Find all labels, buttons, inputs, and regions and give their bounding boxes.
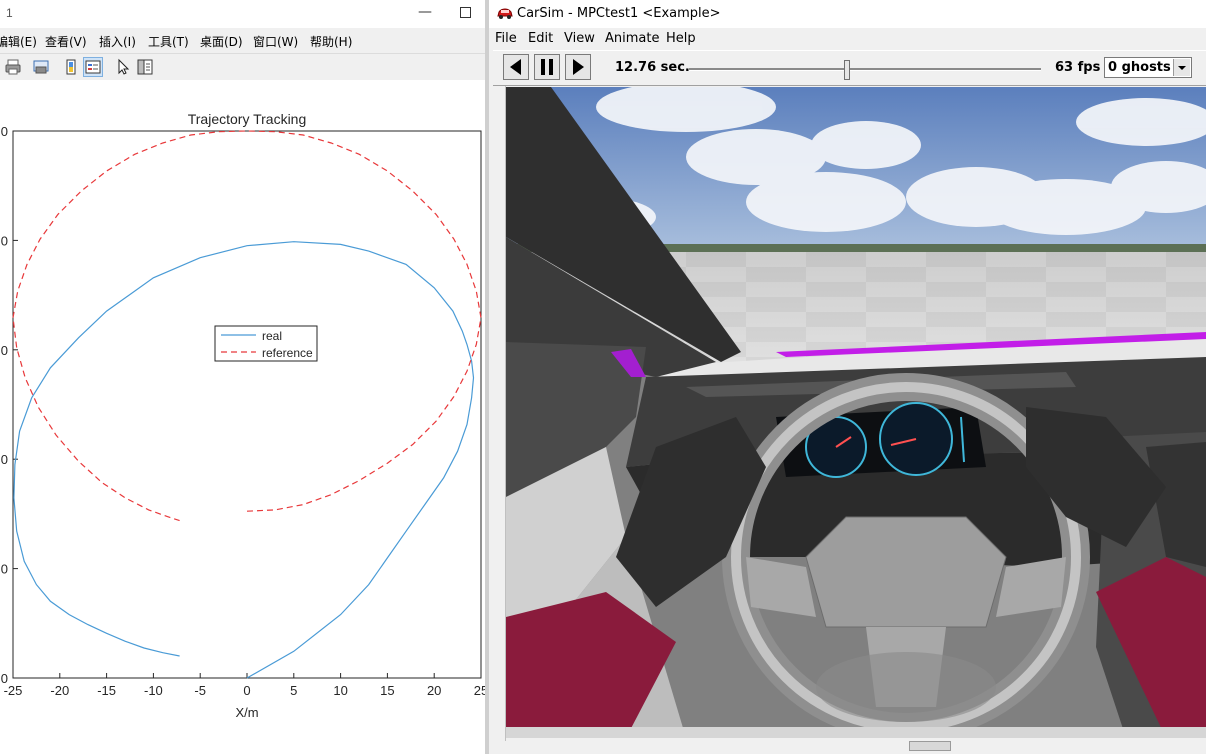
legend-label-real: real — [262, 329, 282, 343]
play-icon — [573, 59, 584, 75]
vertical-splitter-bar[interactable] — [489, 86, 506, 741]
menu-help[interactable]: 帮助(H) — [310, 33, 352, 50]
maximize-button[interactable] — [460, 7, 471, 18]
steering-hub — [805, 516, 1007, 628]
menu-view-carsim[interactable]: View — [564, 31, 595, 46]
menu-desktop[interactable]: 桌面(D) — [200, 33, 243, 50]
y-tick-label: 0 — [1, 124, 8, 139]
carsim-car-icon — [497, 8, 513, 19]
minimize-button[interactable]: — — [418, 4, 432, 20]
trajectory-plot: Trajectory Tracking X/m -25 -20 -15 -10 -5 0 5… — [1, 111, 488, 720]
x-tick-label: 0 — [243, 683, 250, 698]
matlab-title-bar: 1 — — [0, 0, 488, 28]
legend-icon[interactable] — [83, 57, 103, 77]
carsim-title-bar: CarSim - MPCtest1 <Example> — [489, 0, 1206, 28]
x-tick-label: -5 — [194, 683, 206, 698]
x-tick-label: -20 — [50, 683, 69, 698]
x-tick-label: -15 — [97, 683, 116, 698]
x-tick-label: 10 — [333, 683, 347, 698]
menu-file[interactable]: File — [495, 31, 517, 46]
menu-tools[interactable]: 工具(T) — [148, 33, 189, 50]
time-readout: 12.76 sec. — [615, 60, 690, 75]
y-tick-label: 0 — [1, 671, 8, 686]
x-tick-label: -10 — [144, 683, 163, 698]
menu-edit-carsim[interactable]: Edit — [528, 31, 553, 46]
menu-insert[interactable]: 插入(I) — [99, 33, 136, 50]
pause-icon — [541, 59, 553, 75]
x-tick-label: 20 — [427, 683, 441, 698]
y-tick-label: 0 — [1, 452, 8, 467]
menu-window[interactable]: 窗口(W) — [253, 33, 298, 50]
carsim-window: CarSim - MPCtest1 <Example> File Edit Vi… — [489, 0, 1206, 754]
y-tick-label: 0 — [1, 343, 8, 358]
legend-box: real reference — [214, 325, 318, 362]
pointer-icon[interactable] — [114, 58, 132, 76]
matlab-figure-window: 1 — 编辑(E) 查看(V) 插入(I) 工具(T) 桌面(D) 窗口(W) … — [0, 0, 488, 754]
animation-controls: 12.76 sec. 63 fps 0 ghosts — [493, 50, 1206, 86]
print-preview-icon[interactable] — [32, 58, 50, 76]
property-editor-icon[interactable] — [136, 58, 154, 76]
ghosts-select[interactable]: 0 ghosts — [1104, 57, 1192, 78]
y-tick-label: 0 — [1, 233, 8, 248]
driver-view-animation — [506, 87, 1206, 738]
y-tick-label: 0 — [1, 562, 8, 577]
playback-slider-track[interactable] — [689, 68, 1041, 71]
colorbar-icon[interactable] — [62, 58, 80, 76]
legend-label-reference: reference — [262, 346, 313, 360]
bottom-resize-grip[interactable] — [909, 741, 951, 751]
menu-help-carsim[interactable]: Help — [666, 31, 696, 46]
matlab-toolbar — [0, 53, 488, 81]
carsim-window-title: CarSim - MPCtest1 <Example> — [517, 6, 721, 21]
x-tick-label: 15 — [380, 683, 394, 698]
step-back-icon — [510, 59, 521, 75]
chart-title: Trajectory Tracking — [188, 111, 307, 127]
print-icon[interactable] — [4, 58, 22, 76]
play-button[interactable] — [565, 54, 591, 80]
axes-box — [12, 130, 482, 679]
carsim-menu-bar: File Edit View Animate Help — [489, 28, 1206, 50]
playback-slider-thumb[interactable] — [844, 60, 850, 80]
step-back-button[interactable] — [503, 54, 529, 80]
x-tick-label: 5 — [290, 683, 297, 698]
fps-readout: 63 fps — [1055, 60, 1101, 75]
menu-view[interactable]: 查看(V) — [45, 33, 87, 50]
driver-view-scene — [506, 87, 1206, 738]
pause-button[interactable] — [534, 54, 560, 80]
matlab-window-title: 1 — [6, 6, 13, 20]
figure-canvas: Trajectory Tracking X/m -25 -20 -15 -10 -5 0 5… — [0, 80, 488, 754]
x-axis-label: X/m — [235, 705, 258, 720]
ghosts-select-value: 0 ghosts — [1108, 60, 1171, 75]
menu-animate[interactable]: Animate — [605, 31, 659, 46]
menu-edit[interactable]: 编辑(E) — [0, 33, 37, 50]
dropdown-arrow-icon[interactable] — [1173, 59, 1190, 76]
matlab-menu-bar: 编辑(E) 查看(V) 插入(I) 工具(T) 桌面(D) 窗口(W) 帮助(H… — [0, 30, 488, 52]
